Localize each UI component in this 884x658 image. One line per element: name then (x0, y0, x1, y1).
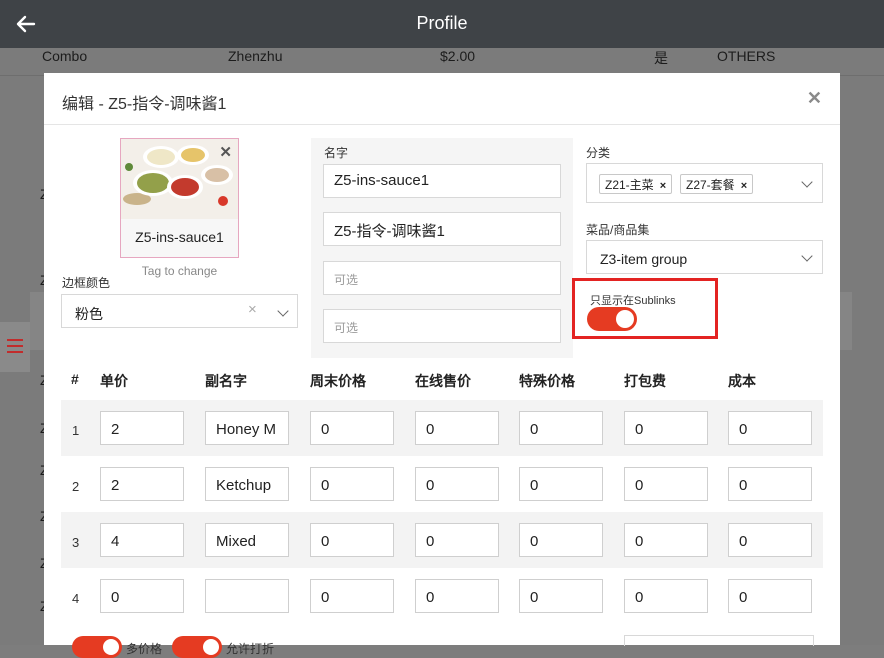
row-number: 4 (72, 591, 80, 606)
category-label: 分类 (586, 146, 611, 160)
edit-item-modal: 编辑 - Z5-指令-调味酱1 ✕ ✕ Z5-ins-sauce1 Tag to… (44, 73, 840, 658)
bg-cell-price: $2.00 (440, 48, 476, 64)
tag-to-change-hint: Tag to change (141, 264, 218, 278)
category-chip[interactable]: Z21-主菜 × (599, 174, 673, 194)
item-group-label: 菜品/商品集 (586, 223, 650, 237)
hamburger-menu-icon[interactable] (7, 339, 23, 357)
item-image-label: Z5-ins-sauce1 (135, 229, 224, 245)
online-price-input[interactable]: 0 (415, 467, 499, 501)
online-price-input[interactable]: 0 (415, 411, 499, 445)
col-header-price: 单价 (100, 373, 128, 389)
col-header-cost: 成本 (728, 373, 756, 389)
category-chip[interactable]: Z27-套餐 × (680, 174, 754, 194)
packing-fee-input[interactable]: 0 (624, 523, 708, 557)
bg-cell-category: OTHERS (717, 48, 776, 64)
row-number: 1 (72, 423, 80, 438)
allow-discount-label: 允许打折 (226, 642, 275, 656)
col-header-weekend-price: 周末价格 (310, 373, 366, 389)
chevron-down-icon (801, 176, 813, 188)
price-input[interactable]: 2 (100, 411, 184, 445)
weekend-price-input[interactable]: 0 (310, 411, 394, 445)
border-color-label: 边框颜色 (62, 276, 111, 290)
cost-input[interactable]: 0 (728, 579, 812, 613)
special-price-input[interactable]: 0 (519, 411, 603, 445)
subname-input[interactable]: Ketchup (205, 467, 289, 501)
modal-header-divider (44, 124, 840, 125)
special-price-input[interactable]: 0 (519, 523, 603, 557)
side-menu-tab[interactable] (0, 322, 30, 372)
multi-price-toggle[interactable] (72, 636, 122, 658)
subname-input[interactable]: Mixed (205, 523, 289, 557)
clear-icon[interactable]: × (248, 301, 257, 318)
item-group-value: Z3-item group (600, 251, 688, 267)
online-price-input[interactable]: 0 (415, 523, 499, 557)
sublinks-label: 只显示在Sublinks (590, 295, 676, 307)
col-header-index: # (71, 371, 79, 387)
chevron-down-icon (277, 305, 289, 317)
remove-image-icon[interactable]: ✕ (219, 143, 232, 161)
bg-cell-name: Combo (42, 48, 88, 64)
online-price-input[interactable]: 0 (415, 579, 499, 613)
optional-name-input-1[interactable]: 可选 (323, 261, 561, 295)
col-header-packing-fee: 打包费 (624, 373, 666, 389)
top-bar: Profile (0, 0, 884, 48)
bottom-button-group[interactable] (624, 635, 814, 646)
price-input[interactable]: 2 (100, 467, 184, 501)
close-icon[interactable]: ✕ (807, 88, 822, 109)
name-label: 名字 (324, 146, 349, 160)
item-image-picker[interactable]: ✕ Z5-ins-sauce1 (120, 138, 239, 258)
packing-fee-input[interactable]: 0 (624, 467, 708, 501)
chip-remove-icon: × (659, 180, 667, 192)
subname-input[interactable] (205, 579, 289, 613)
multi-price-label: 多价格 (126, 642, 163, 656)
weekend-price-input[interactable]: 0 (310, 523, 394, 557)
col-header-special-price: 特殊价格 (519, 373, 575, 389)
weekend-price-input[interactable]: 0 (310, 579, 394, 613)
sublinks-toggle[interactable] (587, 307, 637, 331)
price-input[interactable]: 4 (100, 523, 184, 557)
category-multiselect[interactable]: Z21-主菜 × Z27-套餐 × (586, 163, 823, 203)
subname-input[interactable]: Honey M (205, 411, 289, 445)
cost-input[interactable]: 0 (728, 411, 812, 445)
special-price-input[interactable]: 0 (519, 579, 603, 613)
special-price-input[interactable]: 0 (519, 467, 603, 501)
name-en-input[interactable]: Z5-ins-sauce1 (323, 164, 561, 198)
border-color-select[interactable]: 粉色 × (61, 294, 298, 328)
row-number: 3 (72, 535, 80, 550)
page-title: Profile (416, 13, 468, 33)
price-input[interactable]: 0 (100, 579, 184, 613)
weekend-price-input[interactable]: 0 (310, 467, 394, 501)
packing-fee-input[interactable]: 0 (624, 411, 708, 445)
bg-cell-subname: Zhenzhu (228, 48, 283, 64)
bg-cell-flag: 是 (654, 50, 668, 66)
allow-discount-toggle[interactable] (172, 636, 222, 658)
border-color-value: 粉色 (75, 306, 103, 322)
name-zh-input[interactable]: Z5-指令-调味酱1 (323, 212, 561, 246)
item-group-select[interactable]: Z3-item group (586, 240, 823, 274)
chevron-down-icon (801, 250, 813, 262)
col-header-online-price: 在线售价 (415, 373, 471, 389)
modal-title: 编辑 - Z5-指令-调味酱1 (62, 96, 227, 113)
col-header-subname: 副名字 (205, 373, 247, 389)
cost-input[interactable]: 0 (728, 523, 812, 557)
item-thumbnail: ✕ (121, 139, 238, 219)
chip-remove-icon: × (740, 180, 748, 192)
packing-fee-input[interactable]: 0 (624, 579, 708, 613)
row-number: 2 (72, 479, 80, 494)
cost-input[interactable]: 0 (728, 467, 812, 501)
optional-name-input-2[interactable]: 可选 (323, 309, 561, 343)
